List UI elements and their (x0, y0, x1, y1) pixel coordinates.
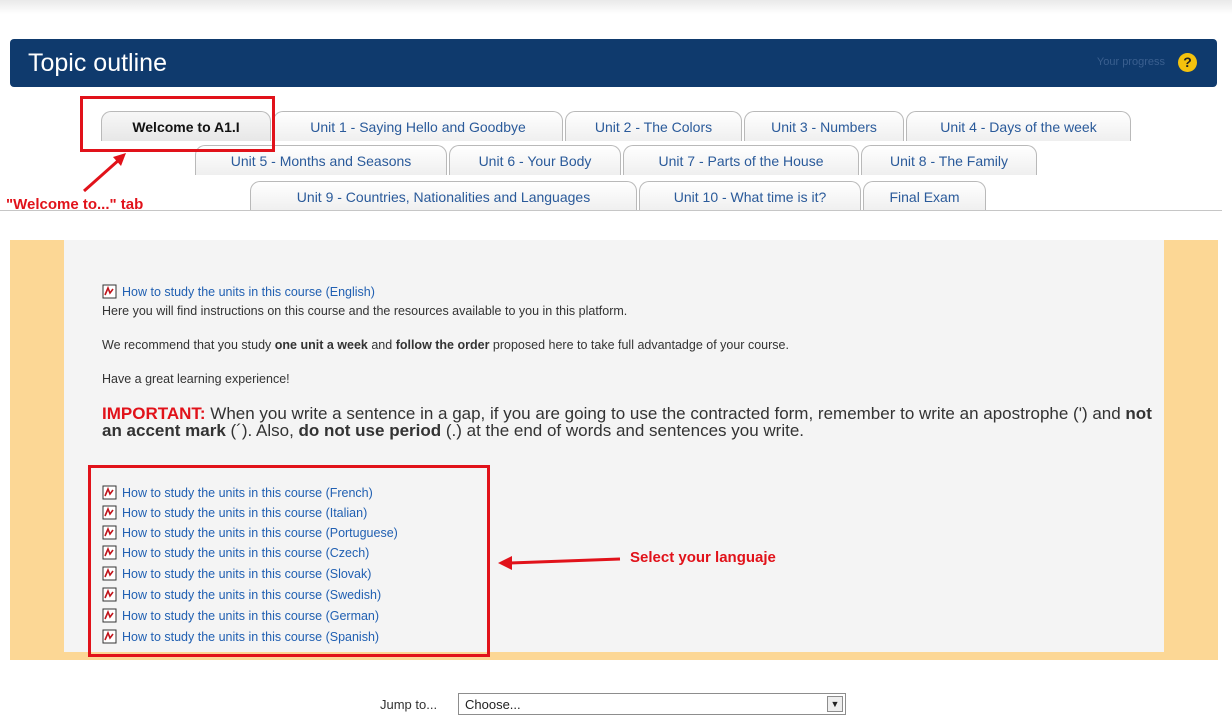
select-language-annotation: Select your languaje (630, 549, 776, 566)
tab-unit-4[interactable]: Unit 4 - Days of the week (906, 111, 1131, 141)
help-icon[interactable]: ? (1178, 53, 1197, 72)
important-notice: IMPORTANT: When you write a sentence in … (102, 404, 1152, 440)
tab-final-exam[interactable]: Final Exam (863, 181, 986, 211)
top-shadow (0, 0, 1232, 14)
tab-unit-8[interactable]: Unit 8 - The Family (861, 145, 1037, 175)
welcome-tab-annotation: "Welcome to..." tab (6, 196, 144, 213)
tab-unit-9[interactable]: Unit 9 - Countries, Nationalities and La… (250, 181, 637, 211)
jump-to-label: Jump to... (380, 697, 438, 712)
page-title: Topic outline (28, 49, 167, 77)
progress-label: Your progress (1096, 56, 1165, 68)
welcome-tab-arrow-icon (83, 153, 126, 193)
intro-text: Here you will find instructions on this … (102, 304, 628, 318)
tab-unit-2[interactable]: Unit 2 - The Colors (565, 111, 742, 141)
tabs-baseline (0, 210, 1222, 211)
resource-link-english[interactable]: How to study the units in this course (E… (102, 284, 375, 299)
chevron-down-icon[interactable]: ▼ (827, 696, 843, 712)
tab-unit-6[interactable]: Unit 6 - Your Body (449, 145, 621, 175)
tab-unit-1[interactable]: Unit 1 - Saying Hello and Goodbye (273, 111, 563, 141)
tab-unit-10[interactable]: Unit 10 - What time is it? (639, 181, 861, 211)
resource-link-label: How to study the units in this course (E… (122, 285, 375, 299)
greeting-text: Have a great learning experience! (102, 372, 290, 386)
jump-to-selected-value: Choose... (465, 697, 521, 712)
tab-unit-7[interactable]: Unit 7 - Parts of the House (623, 145, 859, 175)
recommendation-text: We recommend that you study one unit a w… (102, 338, 789, 352)
select-language-arrow-icon (498, 556, 621, 570)
welcome-tab-highlight-box (80, 96, 275, 152)
language-links-highlight-box (88, 465, 490, 657)
jump-to-select[interactable]: Choose... ▼ (458, 693, 846, 715)
tab-unit-3[interactable]: Unit 3 - Numbers (744, 111, 904, 141)
topic-outline-header: Topic outline Your progress ? (10, 39, 1217, 87)
pdf-icon (102, 284, 117, 299)
